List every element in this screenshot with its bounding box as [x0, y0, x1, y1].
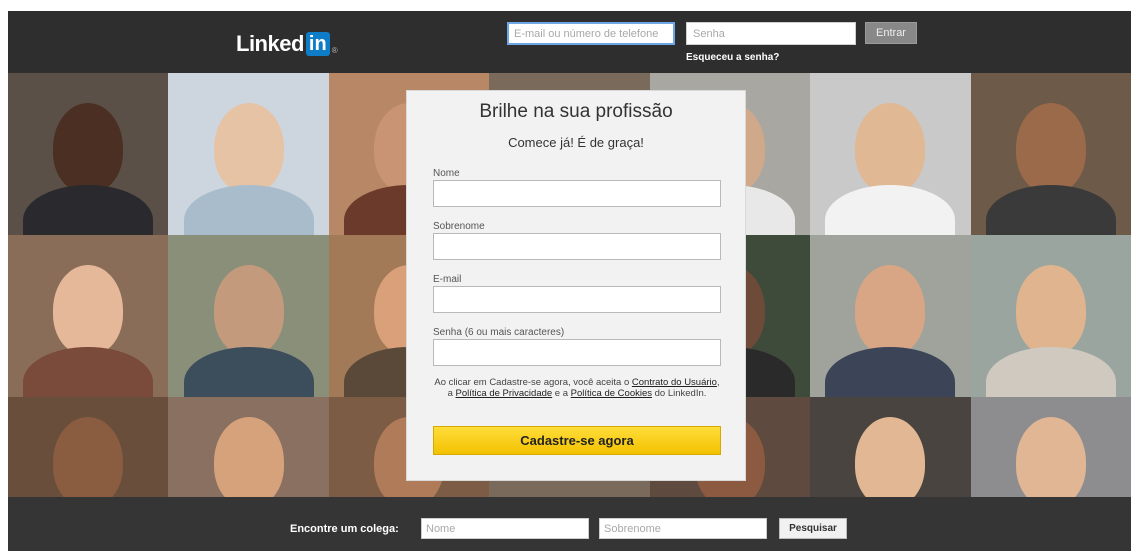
linkedin-logo[interactable]: Linked in ® [236, 30, 338, 58]
member-photo [8, 73, 169, 235]
signup-title: Brilhe na sua profissão [479, 101, 673, 122]
terms-part: do LinkedIn. [652, 388, 707, 399]
member-photo [810, 73, 971, 235]
terms-text: Ao clicar em Cadastre-se agora, você ace… [433, 377, 721, 399]
login-password-input[interactable] [686, 22, 856, 45]
terms-part: e a [552, 388, 571, 399]
login-button[interactable]: Entrar [865, 22, 917, 44]
colleague-first-name-input[interactable] [421, 518, 589, 539]
find-colleague-label: Encontre um colega: [290, 523, 399, 535]
last-name-input[interactable] [433, 233, 721, 260]
last-name-label: Sobrenome [433, 221, 485, 232]
login-email-input[interactable] [507, 22, 675, 45]
terms-part: Ao clicar em Cadastre-se agora, você ace… [434, 377, 632, 388]
email-input[interactable] [433, 286, 721, 313]
member-photo [970, 397, 1131, 497]
forgot-password-link[interactable]: Esqueceu a senha? [686, 52, 779, 63]
logo-wordmark: Linked [236, 31, 304, 56]
member-photo [970, 73, 1131, 235]
member-photo [810, 397, 971, 497]
member-photo [970, 235, 1131, 397]
signup-card: Brilhe na sua profissão Comece já! É de … [406, 90, 746, 481]
signup-button[interactable]: Cadastre-se agora [433, 426, 721, 455]
privacy-policy-link[interactable]: Política de Privacidade [456, 388, 553, 399]
member-photo [8, 397, 169, 497]
signup-subtitle: Comece já! É de graça! [508, 135, 644, 150]
member-photo [810, 235, 971, 397]
member-photo [168, 235, 329, 397]
member-photo [168, 73, 329, 235]
user-agreement-link[interactable]: Contrato do Usuário [632, 377, 717, 388]
colleague-last-name-input[interactable] [599, 518, 767, 539]
password-label: Senha (6 ou mais caracteres) [433, 327, 565, 338]
email-label: E-mail [433, 274, 462, 285]
password-input[interactable] [433, 339, 721, 366]
first-name-input[interactable] [433, 180, 721, 207]
cookie-policy-link[interactable]: Política de Cookies [571, 388, 652, 399]
registered-mark-icon: ® [331, 45, 338, 55]
search-colleague-button[interactable]: Pesquisar [779, 518, 847, 539]
logo-badge: in [305, 32, 330, 56]
first-name-label: Nome [433, 168, 460, 179]
member-photo [168, 397, 329, 497]
member-photo [8, 235, 169, 397]
